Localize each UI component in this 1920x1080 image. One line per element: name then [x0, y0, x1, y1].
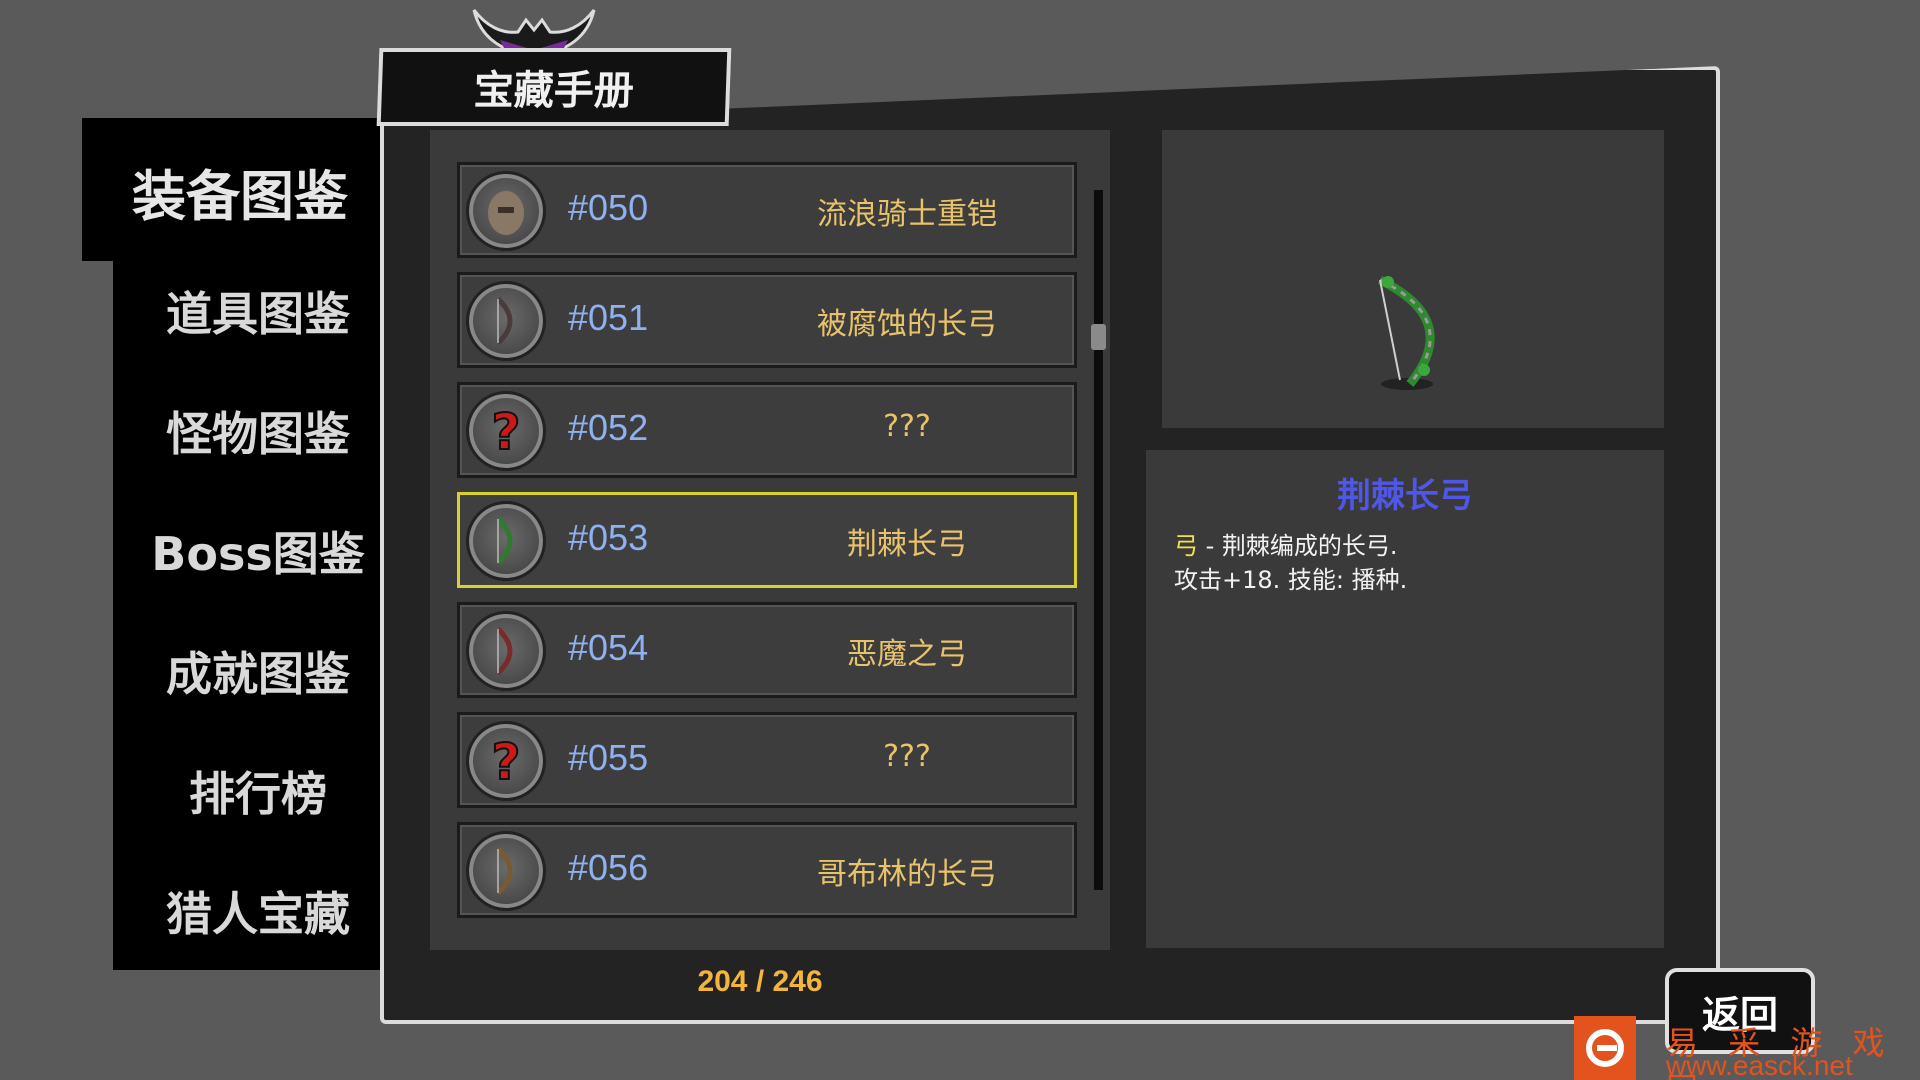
list-item[interactable]: ? #052 ???: [457, 382, 1077, 478]
detail-stats: 攻击+18. 技能: 播种.: [1174, 566, 1408, 594]
item-description-panel: [1146, 450, 1664, 948]
item-name: ???: [883, 739, 931, 774]
unknown-icon: ?: [466, 721, 546, 801]
site-logo-icon: [1574, 1016, 1636, 1080]
item-preview: [1162, 130, 1664, 428]
tab-achievements[interactable]: 成就图鉴: [113, 616, 403, 726]
page-title: 宝藏手册: [376, 48, 732, 126]
scrollbar-thumb[interactable]: [1091, 324, 1106, 350]
tab-leaderboard[interactable]: 排行榜: [113, 736, 403, 846]
collection-counter: 204 / 246: [697, 965, 823, 998]
tab-equipment[interactable]: 装备图鉴: [95, 136, 385, 246]
bow-icon: [466, 831, 546, 911]
item-name: ???: [883, 409, 931, 444]
item-name: 被腐蚀的长弓: [817, 307, 997, 342]
detail-title: 荆棘长弓: [1337, 476, 1473, 516]
bow-icon: [466, 501, 546, 581]
bow-icon: [466, 611, 546, 691]
scrollbar-track[interactable]: [1094, 190, 1103, 890]
list-item[interactable]: ? #055 ???: [457, 712, 1077, 808]
item-name: 恶魔之弓: [847, 637, 967, 672]
armor-icon: [466, 171, 546, 251]
list-item[interactable]: #054 恶魔之弓: [457, 602, 1077, 698]
tab-hunter-treasure[interactable]: 猎人宝藏: [113, 856, 403, 966]
list-item[interactable]: #050 流浪骑士重铠: [457, 162, 1077, 258]
item-number: #051: [568, 297, 649, 338]
item-number: #056: [568, 847, 649, 888]
detail-line-1: 弓 - 荆棘编成的长弓.: [1174, 526, 1398, 561]
tab-monsters[interactable]: 怪物图鉴: [113, 376, 403, 486]
thorn-bow-icon: [1378, 275, 1435, 390]
item-name: 哥布林的长弓: [817, 857, 997, 892]
item-name: 荆棘长弓: [847, 527, 967, 562]
tab-boss[interactable]: Boss图鉴: [113, 496, 403, 606]
item-number: #055: [568, 737, 649, 778]
tab-items[interactable]: 道具图鉴: [113, 256, 403, 366]
list-item[interactable]: #056 哥布林的长弓: [457, 822, 1077, 918]
watermark-url: www.easck.net: [1666, 1050, 1853, 1080]
list-item-selected[interactable]: #053 荆棘长弓: [457, 492, 1077, 588]
item-number: #050: [568, 187, 649, 228]
unknown-icon: ?: [466, 391, 546, 471]
item-type: 弓: [1174, 532, 1198, 560]
item-number: #053: [568, 517, 649, 558]
item-name: 流浪骑士重铠: [817, 197, 997, 232]
list-item[interactable]: #051 被腐蚀的长弓: [457, 272, 1077, 368]
bow-icon: [466, 281, 546, 361]
item-number: #052: [568, 407, 649, 448]
svg-text:?: ?: [491, 403, 520, 459]
detail-flavor: - 荆棘编成的长弓.: [1198, 532, 1398, 560]
item-number: #054: [568, 627, 649, 668]
svg-text:?: ?: [491, 733, 520, 789]
